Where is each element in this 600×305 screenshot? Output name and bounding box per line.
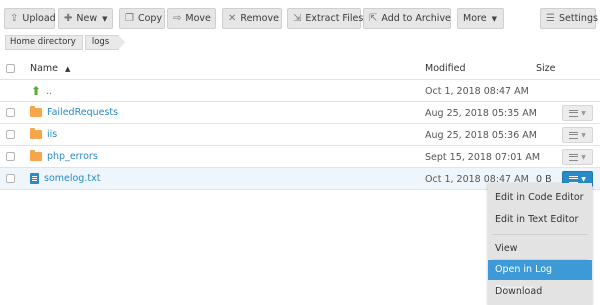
file-name[interactable]: somelog.txt	[44, 173, 100, 184]
upload-button[interactable]: ⇪ Upload	[4, 8, 56, 29]
parent-directory-icon: ⬆	[31, 84, 42, 98]
menu-item-download[interactable]: Download	[488, 282, 592, 302]
remove-x-icon: ✕	[228, 12, 237, 24]
modified-date: Oct 1, 2018 08:47 AM	[425, 86, 529, 97]
move-button[interactable]: ⇨ Move	[167, 8, 216, 29]
text-file-icon	[30, 173, 39, 184]
row-checkbox[interactable]	[6, 174, 15, 183]
chevron-down-icon: ▼	[581, 131, 586, 139]
file-name[interactable]: ..	[46, 86, 52, 97]
hamburger-icon	[569, 109, 579, 117]
select-all-checkbox[interactable]	[6, 64, 15, 73]
hamburger-icon	[569, 153, 579, 161]
remove-label: Remove	[240, 13, 279, 24]
modified-date: Sept 15, 2018 07:01 AM	[425, 152, 541, 163]
upload-label: Upload	[22, 13, 56, 24]
menu-item-view[interactable]: View	[488, 239, 592, 259]
add-to-archive-button[interactable]: ⇱ Add to Archive	[363, 8, 451, 29]
table-row[interactable]: FailedRequests Aug 25, 2018 05:35 AM ▼	[0, 102, 600, 124]
breadcrumb-home[interactable]: Home directory	[5, 35, 83, 50]
remove-button[interactable]: ✕ Remove	[222, 8, 282, 29]
name-column-header[interactable]: Name ▲	[30, 63, 70, 74]
archive-icon: ⇱	[369, 12, 378, 24]
table-header: Name ▲ Modified Size	[0, 58, 600, 80]
move-label: Move	[185, 13, 211, 24]
row-actions-button[interactable]: ▼	[562, 149, 593, 165]
upload-icon: ⇪	[10, 12, 19, 24]
copy-icon: ❐	[125, 12, 134, 24]
menu-item-open-log-browser[interactable]: Open in Log Browser	[488, 260, 592, 295]
move-arrow-icon: ⇨	[173, 12, 182, 24]
table-row[interactable]: ⬆ .. Oct 1, 2018 08:47 AM	[0, 80, 600, 102]
add-to-archive-label: Add to Archive	[381, 13, 451, 24]
settings-icon: ☰	[546, 12, 555, 24]
file-table: Name ▲ Modified Size ⬆ .. Oct 1, 2018 08…	[0, 58, 600, 190]
name-header-label: Name	[30, 63, 59, 74]
row-checkbox[interactable]	[6, 130, 15, 139]
table-row[interactable]: php_errors Sept 15, 2018 07:01 AM ▼	[0, 146, 600, 168]
more-label: More	[463, 13, 487, 24]
copy-label: Copy	[137, 13, 163, 24]
extract-files-label: Extract Files	[305, 13, 364, 24]
copy-button[interactable]: ❐ Copy	[119, 8, 165, 29]
chevron-down-icon: ▼	[581, 153, 586, 161]
folder-icon	[30, 150, 42, 161]
modified-column-header[interactable]: Modified	[425, 63, 466, 74]
file-name[interactable]: php_errors	[47, 151, 98, 162]
more-button[interactable]: More ▼	[457, 8, 504, 29]
modified-date: Aug 25, 2018 05:36 AM	[425, 130, 537, 141]
row-actions-button[interactable]: ▼	[562, 105, 593, 121]
toolbar: ⇪ Upload ✚ New ▼ ❐ Copy ⇨ Move ✕ Remove …	[4, 8, 598, 30]
extract-icon: ⇲	[293, 12, 302, 24]
size-column-header[interactable]: Size	[536, 63, 556, 74]
chevron-down-icon: ▼	[581, 109, 586, 117]
modified-date: Aug 25, 2018 05:35 AM	[425, 108, 537, 119]
folder-icon	[30, 128, 42, 139]
row-checkbox[interactable]	[6, 108, 15, 117]
new-label: New	[76, 13, 98, 24]
extract-files-button[interactable]: ⇲ Extract Files	[287, 8, 364, 29]
row-checkbox[interactable]	[6, 152, 15, 161]
breadcrumb: Home directory logs	[5, 35, 126, 50]
row-actions-button[interactable]: ▼	[562, 127, 593, 143]
file-name[interactable]: FailedRequests	[47, 107, 118, 118]
folder-icon	[30, 106, 42, 117]
breadcrumb-logs[interactable]: logs	[84, 35, 126, 50]
file-name[interactable]: iis	[47, 129, 57, 140]
menu-divider	[492, 234, 588, 235]
settings-label: Settings	[558, 13, 598, 24]
sort-ascending-icon: ▲	[65, 64, 71, 73]
hamburger-icon	[569, 175, 579, 183]
menu-item-edit-code-editor[interactable]: Edit in Code Editor	[488, 188, 592, 208]
chevron-down-icon: ▼	[102, 14, 108, 23]
new-button[interactable]: ✚ New ▼	[58, 8, 113, 29]
hamburger-icon	[569, 131, 579, 139]
table-row[interactable]: iis Aug 25, 2018 05:36 AM ▼	[0, 124, 600, 146]
chevron-down-icon: ▼	[491, 14, 497, 23]
chevron-down-icon: ▼	[581, 175, 586, 183]
settings-button[interactable]: ☰ Settings	[540, 8, 598, 29]
menu-item-edit-text-editor[interactable]: Edit in Text Editor	[488, 210, 592, 230]
row-actions-menu: Edit in Code Editor Edit in Text Editor …	[488, 183, 592, 305]
plus-icon: ✚	[64, 12, 73, 24]
